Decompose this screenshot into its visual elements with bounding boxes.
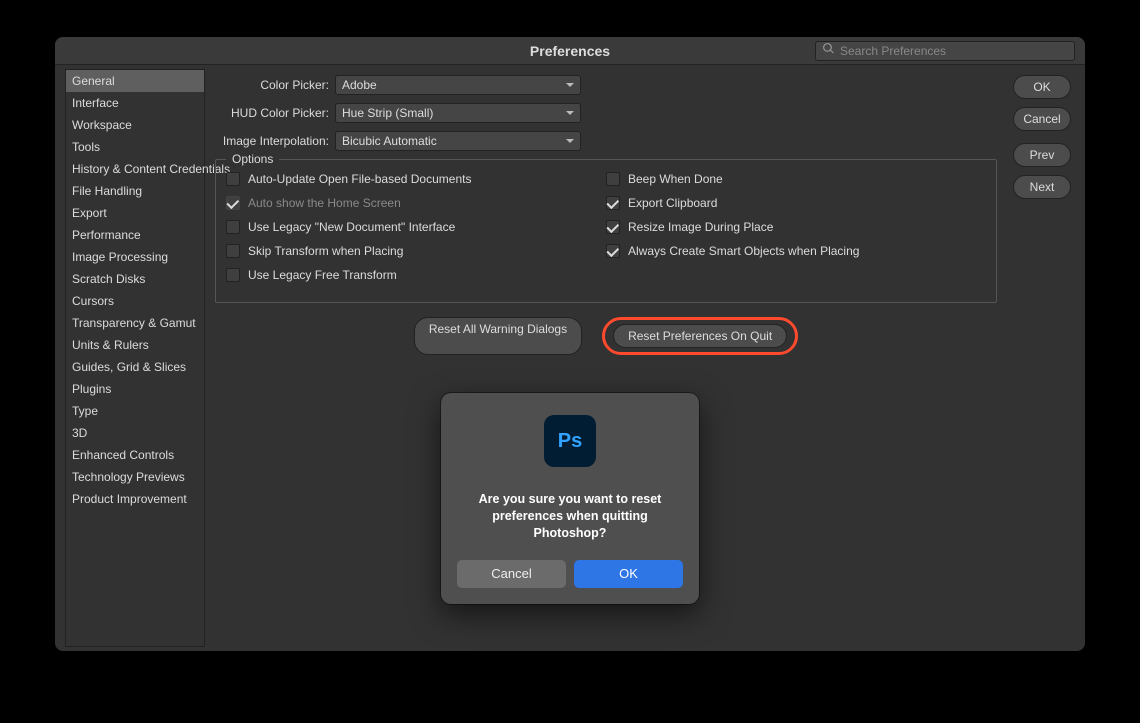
option-row: Skip Transform when Placing (226, 244, 606, 258)
dropdown-value: Adobe (342, 78, 377, 92)
option-checkbox[interactable] (226, 172, 240, 186)
sidebar-list: GeneralInterfaceWorkspaceToolsHistory & … (65, 69, 205, 647)
sidebar-item-plugins[interactable]: Plugins (66, 378, 204, 400)
setting-row: Image Interpolation: Bicubic Automatic (215, 131, 1071, 151)
setting-dropdown[interactable]: Bicubic Automatic (335, 131, 581, 151)
sidebar-item-tools[interactable]: Tools (66, 136, 204, 158)
reset-warnings-button[interactable]: Reset All Warning Dialogs (414, 317, 582, 355)
modal-ok-button[interactable]: OK (574, 560, 683, 588)
chevron-down-icon (566, 139, 574, 143)
option-label: Auto-Update Open File-based Documents (248, 172, 471, 186)
sidebar-item-interface[interactable]: Interface (66, 92, 204, 114)
sidebar-item-product-improvement[interactable]: Product Improvement (66, 488, 204, 510)
confirm-reset-dialog: Ps Are you sure you want to reset prefer… (441, 393, 699, 604)
photoshop-app-icon: Ps (544, 415, 596, 467)
ok-button[interactable]: OK (1013, 75, 1071, 99)
option-checkbox[interactable] (226, 220, 240, 234)
settings-section: Color Picker: Adobe HUD Color Picker: Hue S… (215, 75, 1071, 151)
option-label: Resize Image During Place (628, 220, 773, 234)
sidebar-item-export[interactable]: Export (66, 202, 204, 224)
setting-dropdown[interactable]: Hue Strip (Small) (335, 103, 581, 123)
option-label: Beep When Done (628, 172, 723, 186)
sidebar-item-technology-previews[interactable]: Technology Previews (66, 466, 204, 488)
options-legend: Options (226, 152, 279, 166)
sidebar-item-enhanced-controls[interactable]: Enhanced Controls (66, 444, 204, 466)
sidebar-item-type[interactable]: Type (66, 400, 204, 422)
option-label: Skip Transform when Placing (248, 244, 403, 258)
sidebar-item-units-rulers[interactable]: Units & Rulers (66, 334, 204, 356)
titlebar: Preferences (55, 37, 1085, 65)
options-group: Options Auto-Update Open File-based Docu… (215, 159, 997, 303)
options-right-column: Beep When Done Export Clipboard Resize Ima… (606, 172, 986, 292)
next-button[interactable]: Next (1013, 175, 1071, 199)
sidebar: GeneralInterfaceWorkspaceToolsHistory & … (55, 65, 205, 651)
modal-message: Are you sure you want to reset preferenc… (457, 491, 683, 542)
setting-row: HUD Color Picker: Hue Strip (Small) (215, 103, 1071, 123)
option-label: Auto show the Home Screen (248, 196, 401, 210)
setting-row: Color Picker: Adobe (215, 75, 1071, 95)
prev-button[interactable]: Prev (1013, 143, 1071, 167)
search-icon (822, 42, 840, 60)
options-left-column: Auto-Update Open File-based Documents Aut… (226, 172, 606, 292)
option-row: Beep When Done (606, 172, 986, 186)
sidebar-item-scratch-disks[interactable]: Scratch Disks (66, 268, 204, 290)
option-checkbox[interactable] (606, 172, 620, 186)
option-checkbox[interactable] (606, 244, 620, 258)
highlight-ring: Reset Preferences On Quit (602, 317, 798, 355)
sidebar-item-cursors[interactable]: Cursors (66, 290, 204, 312)
sidebar-item-3d[interactable]: 3D (66, 422, 204, 444)
search-input[interactable] (840, 44, 1068, 58)
option-row: Auto show the Home Screen (226, 196, 606, 210)
sidebar-item-file-handling[interactable]: File Handling (66, 180, 204, 202)
setting-dropdown[interactable]: Adobe (335, 75, 581, 95)
modal-button-row: Cancel OK (457, 560, 683, 588)
side-buttons: OK Cancel Prev Next (1013, 75, 1071, 199)
option-row: Use Legacy Free Transform (226, 268, 606, 282)
setting-label: Color Picker: (215, 78, 329, 92)
sidebar-item-guides-grid-slices[interactable]: Guides, Grid & Slices (66, 356, 204, 378)
option-row: Always Create Smart Objects when Placing (606, 244, 986, 258)
option-row: Export Clipboard (606, 196, 986, 210)
option-label: Use Legacy "New Document" Interface (248, 220, 455, 234)
sidebar-item-transparency-gamut[interactable]: Transparency & Gamut (66, 312, 204, 334)
option-label: Always Create Smart Objects when Placing (628, 244, 859, 258)
option-row: Use Legacy "New Document" Interface (226, 220, 606, 234)
sidebar-item-image-processing[interactable]: Image Processing (66, 246, 204, 268)
app-icon-text: Ps (558, 430, 582, 453)
modal-cancel-button[interactable]: Cancel (457, 560, 566, 588)
option-checkbox[interactable] (226, 268, 240, 282)
option-row: Resize Image During Place (606, 220, 986, 234)
reset-on-quit-button[interactable]: Reset Preferences On Quit (613, 324, 787, 348)
setting-label: HUD Color Picker: (215, 106, 329, 120)
bottom-button-row: Reset All Warning Dialogs Reset Preferen… (215, 317, 997, 355)
cancel-button[interactable]: Cancel (1013, 107, 1071, 131)
option-label: Use Legacy Free Transform (248, 268, 397, 282)
setting-label: Image Interpolation: (215, 134, 329, 148)
sidebar-item-history-content-credentials[interactable]: History & Content Credentials (66, 158, 204, 180)
option-checkbox (226, 196, 240, 210)
chevron-down-icon (566, 83, 574, 87)
window-title: Preferences (530, 43, 610, 59)
option-row: Auto-Update Open File-based Documents (226, 172, 606, 186)
dropdown-value: Hue Strip (Small) (342, 106, 433, 120)
option-checkbox[interactable] (606, 196, 620, 210)
search-preferences-field[interactable] (815, 41, 1075, 61)
chevron-down-icon (566, 111, 574, 115)
option-label: Export Clipboard (628, 196, 717, 210)
sidebar-item-performance[interactable]: Performance (66, 224, 204, 246)
dropdown-value: Bicubic Automatic (342, 134, 437, 148)
sidebar-item-general[interactable]: General (66, 70, 204, 92)
option-checkbox[interactable] (226, 244, 240, 258)
sidebar-item-workspace[interactable]: Workspace (66, 114, 204, 136)
option-checkbox[interactable] (606, 220, 620, 234)
